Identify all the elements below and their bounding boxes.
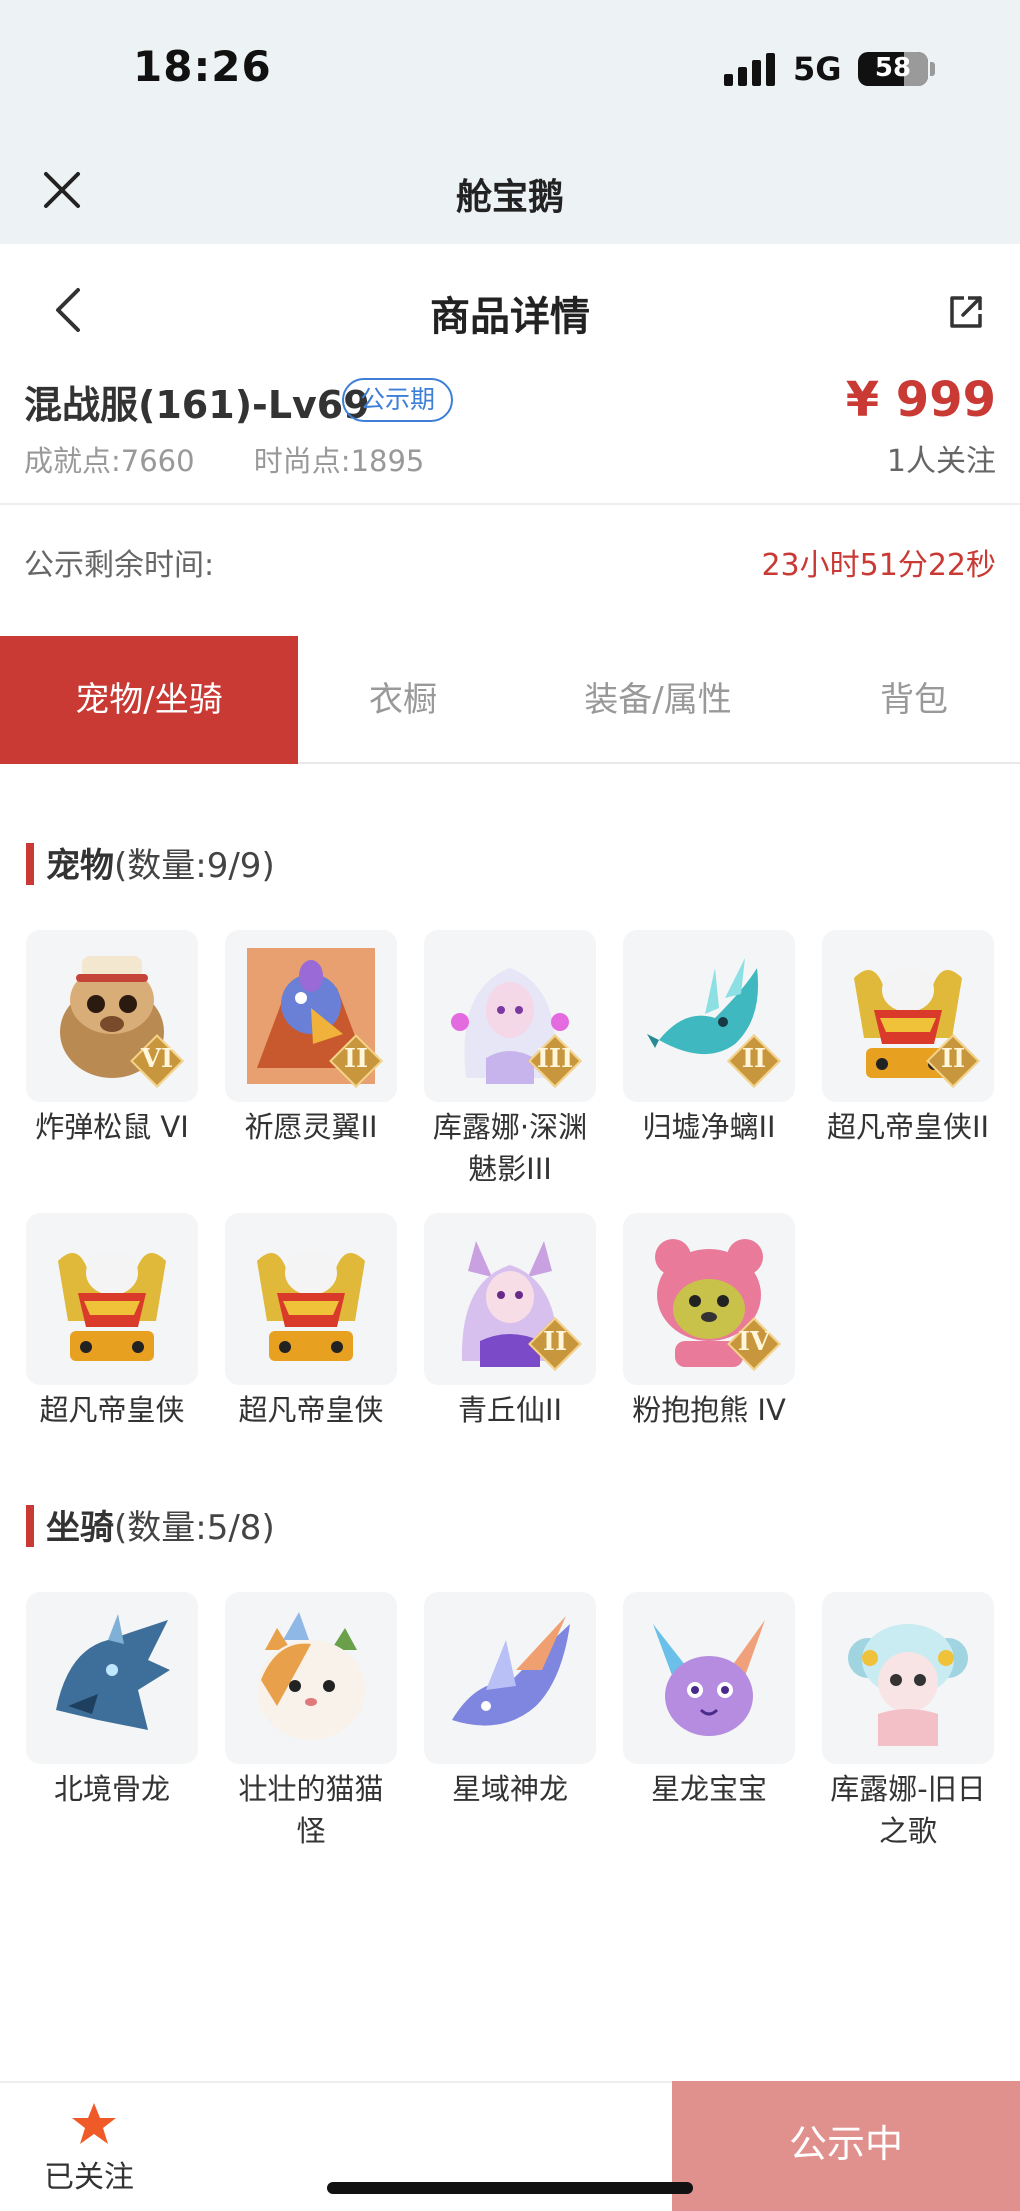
pet-name: 归墟净螭II — [642, 1110, 776, 1144]
mount-item[interactable]: 库露娜-旧日之歌 — [822, 1592, 994, 1852]
watcher-count: 1人关注 — [886, 444, 996, 479]
share-icon[interactable] — [948, 294, 984, 330]
mount-thumbnail — [424, 1592, 596, 1764]
pets-section-header: 宠物(数量:9/9) — [26, 838, 275, 887]
pet-thumbnail: IV — [623, 1213, 795, 1385]
fashion-points: 时尚点:1895 — [253, 444, 425, 478]
pets-title: 宠物 — [46, 846, 114, 886]
mount-name: 库露娜-旧日之歌 — [830, 1772, 986, 1848]
mount-thumbnail — [822, 1592, 994, 1764]
pet-item[interactable]: II 祈愿灵翼II — [225, 930, 397, 1148]
pet-item[interactable]: II 归墟净螭II — [623, 930, 795, 1148]
mounts-title: 坐骑 — [46, 1508, 114, 1548]
tab-equipment[interactable]: 装备/属性 — [508, 636, 808, 764]
star-dragon-mount-icon — [452, 1616, 570, 1726]
pet-thumbnail: II — [822, 930, 994, 1102]
pet-item[interactable]: IV 粉抱抱熊 IV — [623, 1213, 795, 1431]
pet-name: 祈愿灵翼II — [244, 1110, 378, 1144]
rank-badge: VI — [130, 1034, 184, 1088]
mount-name: 北境骨龙 — [53, 1772, 170, 1806]
pet-item[interactable]: 超凡帝皇侠 — [26, 1213, 198, 1431]
pet-name: 库露娜·深渊魅影III — [432, 1110, 588, 1186]
rank-badge: II — [528, 1317, 582, 1371]
publicity-status-button[interactable]: 公示中 — [672, 2081, 1020, 2211]
pet-name: 超凡帝皇侠 — [39, 1393, 185, 1427]
pet-thumbnail: II — [623, 930, 795, 1102]
pet-item[interactable]: II 青丘仙II — [424, 1213, 596, 1431]
battery-icon: 58 — [858, 52, 928, 86]
divider — [0, 503, 1020, 505]
pet-thumbnail — [225, 1213, 397, 1385]
battery-tip — [930, 62, 935, 76]
follow-label[interactable]: 已关注 — [44, 2152, 134, 2196]
golden-knight-pet-icon — [257, 1251, 365, 1361]
achievement-points: 成就点:7660 — [24, 444, 195, 478]
mount-thumbnail — [225, 1592, 397, 1764]
page-title: 商品详情 — [430, 294, 590, 340]
pet-thumbnail: II — [424, 1213, 596, 1385]
pet-thumbnail: VI — [26, 930, 198, 1102]
star-icon[interactable] — [70, 2100, 118, 2148]
pet-thumbnail: III — [424, 930, 596, 1102]
product-name: 混战服(161)-Lv69 — [24, 383, 370, 427]
mount-name: 壮壮的猫猫怪 — [238, 1772, 384, 1848]
home-indicator — [327, 2182, 693, 2194]
tab-bar: 宠物/坐骑 衣橱 装备/属性 背包 — [0, 636, 1020, 764]
pet-item[interactable]: VI 炸弹松鼠 VI — [26, 930, 198, 1148]
rank-badge: III — [528, 1034, 582, 1088]
mount-name: 星域神龙 — [451, 1772, 568, 1806]
product-price: ¥ 999 — [845, 372, 996, 428]
countdown-value: 23小时51分22秒 — [761, 548, 996, 583]
mini-app-title: 舱宝鹅 — [455, 177, 564, 218]
pet-name: 超凡帝皇侠 — [238, 1393, 384, 1427]
mounts-section-header: 坐骑(数量:5/8) — [26, 1500, 275, 1549]
pet-thumbnail: II — [225, 930, 397, 1102]
product-stats: 成就点:7660 时尚点:1895 — [24, 438, 474, 480]
sheep-girl-mount-icon — [848, 1624, 968, 1746]
baby-dragon-mount-icon — [653, 1620, 765, 1736]
golden-knight-pet-icon — [58, 1251, 166, 1361]
tab-backpack[interactable]: 背包 — [808, 636, 1020, 764]
section-accent-bar — [26, 1505, 34, 1547]
pet-name: 粉抱抱熊 IV — [632, 1393, 786, 1427]
mount-item[interactable]: 星域神龙 — [424, 1592, 596, 1810]
pet-thumbnail — [26, 1213, 198, 1385]
mounts-count: (数量:5/8) — [114, 1508, 275, 1548]
mount-item[interactable]: 星龙宝宝 — [623, 1592, 795, 1810]
mount-thumbnail — [623, 1592, 795, 1764]
rank-badge: IV — [727, 1317, 781, 1371]
section-accent-bar — [26, 843, 34, 885]
pet-item[interactable]: II 超凡帝皇侠II — [822, 930, 994, 1148]
status-badge: 公示期 — [342, 378, 454, 422]
pet-name: 超凡帝皇侠II — [826, 1110, 990, 1144]
mount-item[interactable]: 北境骨龙 — [26, 1592, 198, 1810]
pet-item[interactable]: III 库露娜·深渊魅影III — [424, 930, 596, 1190]
cat-monster-mount-icon — [257, 1612, 365, 1740]
mount-thumbnail — [26, 1592, 198, 1764]
tab-pets-mounts[interactable]: 宠物/坐骑 — [0, 636, 298, 764]
pet-name: 炸弹松鼠 VI — [35, 1110, 189, 1144]
mount-name: 星龙宝宝 — [650, 1772, 767, 1806]
mount-item[interactable]: 壮壮的猫猫怪 — [225, 1592, 397, 1852]
rank-badge: II — [926, 1034, 980, 1088]
network-type: 5G — [793, 50, 842, 88]
rank-badge: II — [329, 1034, 383, 1088]
signal-icon — [724, 52, 778, 86]
pet-name: 青丘仙II — [457, 1393, 563, 1427]
rank-badge: II — [727, 1034, 781, 1088]
tab-wardrobe[interactable]: 衣橱 — [298, 636, 508, 764]
countdown-label: 公示剩余时间: — [24, 548, 215, 583]
status-time: 18:26 — [133, 42, 272, 91]
pets-count: (数量:9/9) — [114, 846, 275, 886]
battery-level: 58 — [874, 53, 912, 83]
pet-item[interactable]: 超凡帝皇侠 — [225, 1213, 397, 1431]
bone-dragon-mount-icon — [56, 1614, 170, 1730]
